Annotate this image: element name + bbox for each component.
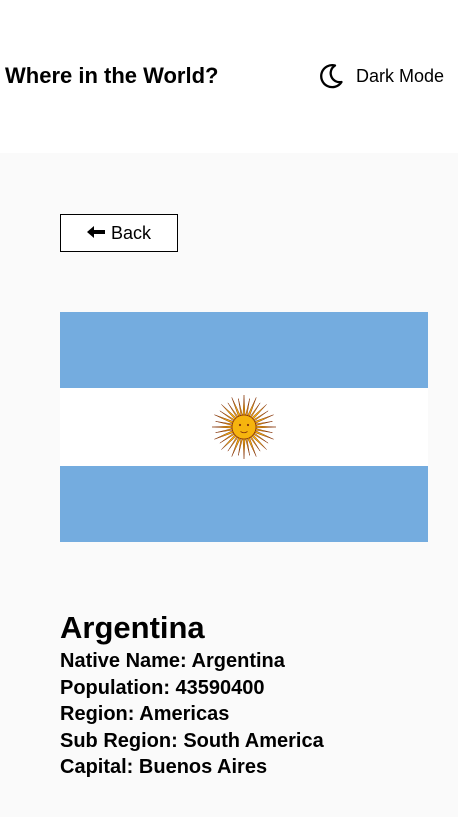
population-value: 43590400 <box>175 676 265 699</box>
population-label: Population: <box>60 676 170 699</box>
country-detail-page: Back Argentina Native Name: Argentina Po… <box>0 153 458 817</box>
sun-of-may-icon <box>211 394 277 460</box>
region-line: Region: Americas <box>60 701 324 728</box>
capital-line: Capital: Buenos Aires <box>60 754 324 781</box>
country-name: Argentina <box>60 610 205 645</box>
flag-stripe-bottom <box>60 466 428 542</box>
sub-region-line: Sub Region: South America <box>60 728 324 755</box>
left-arrow-icon <box>86 223 105 241</box>
sun-ray <box>242 394 246 417</box>
sun-eye <box>246 423 250 427</box>
flag-stripe-top <box>60 312 428 388</box>
sun-eye <box>238 423 242 427</box>
sun-face <box>231 414 257 440</box>
app-title: Where in the World? <box>5 63 219 88</box>
moon-icon <box>316 61 346 91</box>
back-button[interactable]: Back <box>60 214 178 252</box>
dark-mode-label: Dark Mode <box>356 66 445 86</box>
back-button-label: Back <box>110 222 152 243</box>
region-label: Region: <box>60 703 135 725</box>
country-flag <box>60 312 428 542</box>
region-value: Americas <box>139 703 230 725</box>
dark-mode-toggle[interactable]: Dark Mode <box>316 58 444 94</box>
capital-label: Capital: <box>60 756 134 778</box>
sun-ray <box>211 425 234 429</box>
native-name-value: Argentina <box>191 650 285 672</box>
country-details: Argentina Native Name: Argentina Populat… <box>60 610 324 781</box>
sun-ray <box>242 437 246 460</box>
sun-ray <box>254 425 277 429</box>
native-name-line: Native Name: Argentina <box>60 648 324 675</box>
header: Where in the World? Dark Mode <box>0 0 458 153</box>
population-line: Population: 43590400 <box>60 675 324 702</box>
capital-value: Buenos Aires <box>138 756 268 778</box>
sub-region-label: Sub Region: <box>60 729 178 752</box>
sub-region-value: South America <box>183 729 324 752</box>
native-name-label: Native Name: <box>60 650 187 672</box>
